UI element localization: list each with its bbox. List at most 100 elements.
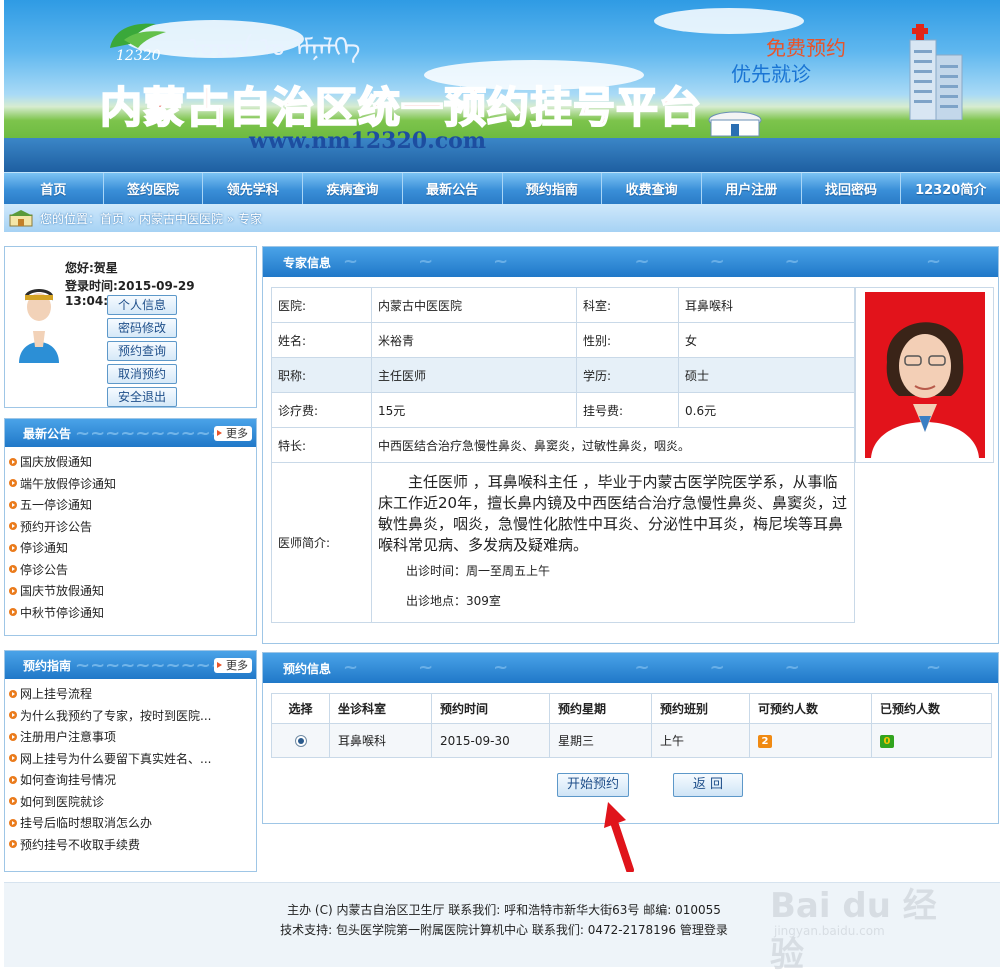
- list-item[interactable]: 预约挂号不收取手续费: [9, 834, 256, 856]
- hospital-building-icon: [909, 24, 963, 120]
- bio-cell: 主任医师 ，耳鼻喉科主任 ，毕业于内蒙古医学院医学系，从事临床工作近20年，擅长…: [371, 462, 855, 623]
- list-item[interactable]: 国庆节放假通知: [9, 580, 256, 602]
- available-cell: 2: [749, 723, 872, 758]
- bullet-arrow-icon: [9, 711, 17, 720]
- col-date: 预约时间: [431, 693, 550, 724]
- booking-title: 预约信息: [283, 661, 332, 676]
- bullet-arrow-icon: [9, 543, 17, 552]
- nav-booking-guide[interactable]: 预约指南: [503, 173, 603, 204]
- change-password-button[interactable]: 密码修改: [107, 318, 177, 338]
- bullet-arrow-icon: [9, 797, 17, 806]
- home-icon: [9, 210, 33, 227]
- notice-list: 国庆放假通知 端午放假停诊通知 五一停诊通知 预约开诊公告 停诊通知 停诊公告 …: [5, 447, 256, 623]
- name-label: 姓名:: [271, 322, 372, 358]
- main-nav: 首页 签约医院 领先学科 疾病查询 最新公告 预约指南 收费查询 用户注册 找回…: [4, 172, 1000, 204]
- website-url: www.nm12320.com: [249, 128, 487, 154]
- guide-list: 网上挂号流程 为什么我预约了专家，按时到医院... 注册用户注意事项 网上挂号为…: [5, 679, 256, 855]
- col-available: 可预约人数: [749, 693, 872, 724]
- nav-home[interactable]: 首页: [4, 173, 104, 204]
- education-label: 学历:: [576, 357, 679, 393]
- svg-text:12320: 12320: [116, 48, 161, 64]
- avatar: [13, 287, 65, 363]
- nav-latest-notices[interactable]: 最新公告: [403, 173, 503, 204]
- education-value: 硕士: [678, 357, 855, 393]
- back-button[interactable]: 返 回: [673, 773, 743, 797]
- mongolian-title: ᠣᠷᠣᠨ ᠤ ᠡᠮᠨᠡᠯᠭᠡ: [189, 33, 361, 63]
- nav-leading-departments[interactable]: 领先学科: [203, 173, 304, 204]
- bullet-arrow-icon: [9, 522, 17, 531]
- col-weekday: 预约星期: [549, 693, 652, 724]
- nav-about-12320[interactable]: 12320简介: [901, 173, 1000, 204]
- shift-cell: 上午: [651, 723, 750, 758]
- bullet-arrow-icon: [9, 775, 17, 784]
- booking-radio[interactable]: [294, 735, 307, 747]
- specialty-value: 中西医结合治疗急慢性鼻炎、鼻窦炎，过敏性鼻炎，咽炎。: [371, 427, 855, 463]
- bullet-arrow-icon: [9, 479, 17, 488]
- list-item[interactable]: 中秋节停诊通知: [9, 602, 256, 624]
- expert-photo-frame: [855, 287, 994, 463]
- logo-icon: 12320: [110, 23, 166, 64]
- available-count-badge: 2: [758, 735, 772, 748]
- logout-button[interactable]: 安全退出: [107, 387, 177, 407]
- fee-label: 诊疗费:: [271, 392, 372, 428]
- clinic-place: 出诊地点：309室: [406, 593, 501, 608]
- swirl-decoration: ~~~ ~~~ ~~~ ~~~ ~~~ ~~~ ~~~ ~~~: [343, 657, 998, 678]
- col-select: 选择: [271, 693, 330, 724]
- guide-more-link[interactable]: 更多: [214, 658, 252, 673]
- notice-more-link[interactable]: 更多: [214, 426, 252, 441]
- weekday-cell: 星期三: [549, 723, 652, 758]
- dept-label: 科室:: [576, 287, 679, 323]
- cancel-booking-button[interactable]: 取消预约: [107, 364, 177, 384]
- guide-title: 预约指南: [23, 658, 72, 673]
- list-item[interactable]: 挂号后临时想取消怎么办: [9, 812, 256, 834]
- notice-panel: 最新公告 ~~~~~~~~~~~ 更多 国庆放假通知 端午放假停诊通知 五一停诊…: [4, 418, 257, 636]
- nav-user-register[interactable]: 用户注册: [702, 173, 802, 204]
- list-item[interactable]: 五一停诊通知: [9, 494, 256, 516]
- list-item[interactable]: 预约开诊公告: [9, 516, 256, 538]
- nav-contract-hospitals[interactable]: 签约医院: [104, 173, 204, 204]
- booking-query-button[interactable]: 预约查询: [107, 341, 177, 361]
- list-item[interactable]: 为什么我预约了专家，按时到医院...: [9, 705, 256, 727]
- booking-header: 预约信息 ~~~ ~~~ ~~~ ~~~ ~~~ ~~~ ~~~ ~~~: [263, 653, 998, 683]
- slogan-priority: 优先就诊: [731, 62, 811, 86]
- start-booking-button[interactable]: 开始预约: [557, 773, 629, 797]
- bullet-arrow-icon: [9, 732, 17, 741]
- reg-fee-label: 挂号费:: [576, 392, 679, 428]
- bullet-arrow-icon: [9, 754, 17, 763]
- booked-count-badge: 0: [880, 735, 894, 748]
- clinic-time: 出诊时间：周一至周五上午: [406, 563, 551, 578]
- nav-disease-search[interactable]: 疾病查询: [303, 173, 403, 204]
- user-greeting: 您好:贺星: [65, 261, 118, 275]
- notice-header: 最新公告 ~~~~~~~~~~~ 更多: [5, 419, 256, 447]
- list-item[interactable]: 如何到医院就诊: [9, 791, 256, 813]
- dept-value: 耳鼻喉科: [678, 287, 855, 323]
- col-dept: 坐诊科室: [329, 693, 432, 724]
- fee-value: 15元: [371, 392, 577, 428]
- bullet-arrow-icon: [9, 818, 17, 827]
- list-item[interactable]: 注册用户注意事项: [9, 726, 256, 748]
- breadcrumb-text: 您的位置：首页 » 内蒙古中医医院 » 专家: [40, 211, 262, 226]
- list-item[interactable]: 停诊公告: [9, 559, 256, 581]
- list-item[interactable]: 网上挂号流程: [9, 683, 256, 705]
- notice-title: 最新公告: [23, 426, 72, 441]
- cloud-decoration: [654, 8, 804, 34]
- breadcrumb: 您的位置：首页 » 内蒙古中医医院 » 专家: [4, 204, 1000, 232]
- list-item[interactable]: 网上挂号为什么要留下真实姓名、...: [9, 748, 256, 770]
- hospital-label: 医院:: [271, 287, 372, 323]
- list-item[interactable]: 国庆放假通知: [9, 451, 256, 473]
- expert-header: 专家信息 ~~~ ~~~ ~~~ ~~~ ~~~ ~~~ ~~~ ~~~: [263, 247, 998, 277]
- bullet-arrow-icon: [9, 608, 17, 617]
- col-shift: 预约班别: [651, 693, 750, 724]
- nav-fee-query[interactable]: 收费查询: [602, 173, 702, 204]
- nav-recover-password[interactable]: 找回密码: [802, 173, 902, 204]
- list-item[interactable]: 端午放假停诊通知: [9, 473, 256, 495]
- hospital-value: 内蒙古中医医院: [371, 287, 577, 323]
- bullet-arrow-icon: [9, 500, 17, 509]
- list-item[interactable]: 如何查询挂号情况: [9, 769, 256, 791]
- title-value: 主任医师: [371, 357, 577, 393]
- personal-info-button[interactable]: 个人信息: [107, 295, 177, 315]
- red-arrow-annotation-icon: [604, 802, 634, 872]
- list-item[interactable]: 停诊通知: [9, 537, 256, 559]
- expert-panel: 专家信息 ~~~ ~~~ ~~~ ~~~ ~~~ ~~~ ~~~ ~~~ 医院:…: [262, 246, 999, 644]
- name-value: 米裕青: [371, 322, 577, 358]
